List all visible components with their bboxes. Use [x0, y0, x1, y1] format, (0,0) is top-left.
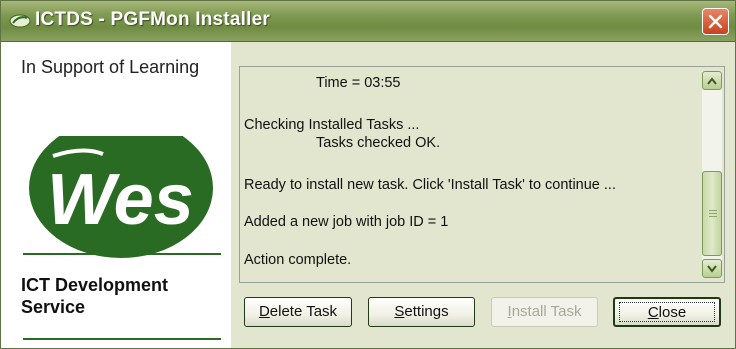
- service-name: ICT Development Service: [21, 275, 169, 317]
- install-task-button: Install Task: [491, 297, 598, 327]
- delete-task-button[interactable]: Delete Task: [244, 297, 352, 327]
- divider-top: [23, 253, 221, 255]
- log-line: Ready to install new task. Click 'Instal…: [244, 177, 616, 193]
- scroll-thumb[interactable]: [702, 171, 722, 256]
- scroll-down-button[interactable]: [702, 259, 722, 278]
- logo-text: Wes: [47, 160, 194, 240]
- app-leaf-icon: [9, 14, 31, 28]
- window-title: ICTDS - PGFMon Installer: [35, 9, 270, 30]
- log-line: Tasks checked OK.: [316, 135, 441, 151]
- chevron-up-icon: [707, 77, 717, 85]
- vertical-scrollbar[interactable]: [702, 71, 722, 278]
- scroll-up-button[interactable]: [702, 71, 722, 90]
- branding-panel: In Support of Learning Wes ICT Developme…: [1, 42, 231, 348]
- settings-button[interactable]: Settings: [368, 297, 475, 327]
- chevron-down-icon: [707, 265, 717, 273]
- installer-window: ICTDS - PGFMon Installer In Support of L…: [0, 0, 736, 349]
- log-output[interactable]: Time = 03:55 Checking Installed Tasks ..…: [239, 66, 725, 283]
- log-line: Added a new job with job ID = 1: [244, 214, 449, 230]
- log-line: Checking Installed Tasks ...: [244, 117, 420, 133]
- close-icon[interactable]: [702, 8, 729, 35]
- log-line: Action complete.: [244, 252, 352, 268]
- tagline: In Support of Learning: [21, 57, 200, 77]
- wes-logo: Wes: [29, 136, 213, 258]
- title-bar[interactable]: ICTDS - PGFMon Installer: [1, 1, 735, 42]
- divider-bottom: [23, 338, 221, 340]
- close-button[interactable]: Close: [613, 297, 721, 327]
- log-line: Time = 03:55: [316, 75, 401, 91]
